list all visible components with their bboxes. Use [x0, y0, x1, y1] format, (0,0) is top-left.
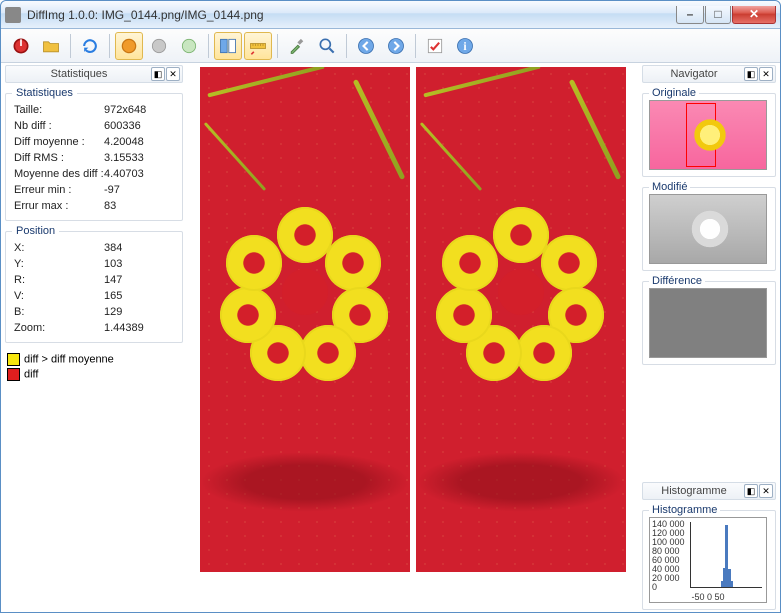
position-group: Position X:384 Y:103 R:147 V:165 B:129 Z…: [5, 231, 183, 343]
pos-row: Zoom:1.44389: [14, 320, 174, 336]
stat-row: Moyenne des diff :4.40703: [14, 166, 174, 182]
app-icon: [5, 7, 21, 23]
pos-row: R:147: [14, 272, 174, 288]
histogram-plot[interactable]: 140 000 120 000 100 000 80 000 60 000 40…: [649, 517, 767, 603]
left-image[interactable]: [200, 67, 410, 572]
position-group-legend: Position: [12, 225, 59, 237]
stats-panel-title: Statistiques: [45, 68, 114, 80]
stats-group: Statistiques Taille:972x648 Nb diff :600…: [5, 93, 183, 221]
histogram-x-labels: -50 0 50: [650, 592, 766, 602]
globe-green-button[interactable]: [175, 32, 203, 60]
stat-row: Nb diff :600336: [14, 118, 174, 134]
pos-row: Y:103: [14, 256, 174, 272]
maximize-button[interactable]: □: [705, 6, 731, 24]
navigator-panel-title: Navigator: [664, 68, 723, 80]
zoom-button[interactable]: [313, 32, 341, 60]
eyedropper-button[interactable]: [283, 32, 311, 60]
histogram-group: Histogramme 140 000 120 000 100 000 80 0…: [642, 510, 776, 610]
undock-icon[interactable]: ◧: [744, 484, 758, 498]
undock-icon[interactable]: ◧: [744, 67, 758, 81]
thumbnail-difference[interactable]: [649, 288, 767, 358]
close-icon[interactable]: ✕: [166, 67, 180, 81]
stat-row: Diff RMS :3.15533: [14, 150, 174, 166]
image-compare-area[interactable]: [187, 63, 638, 612]
globe-gray-button[interactable]: [145, 32, 173, 60]
main-toolbar: i: [1, 29, 780, 63]
thumbnail-modified[interactable]: [649, 194, 767, 264]
diff-legend: diff > diff moyenne diff: [5, 347, 183, 387]
stat-row: Taille:972x648: [14, 102, 174, 118]
undock-icon[interactable]: ◧: [151, 67, 165, 81]
histogram-panel-title: Histogramme: [655, 485, 732, 497]
stats-panel-header[interactable]: Statistiques ◧ ✕: [5, 65, 183, 83]
stat-row: Errur max :83: [14, 198, 174, 214]
close-button[interactable]: ✕: [732, 6, 776, 24]
swatch-red-icon: [7, 368, 20, 381]
right-image[interactable]: [416, 67, 626, 572]
window-title: DiffImg 1.0.0: IMG_0144.png/IMG_0144.png: [27, 8, 676, 22]
check-button[interactable]: [421, 32, 449, 60]
pos-row: B:129: [14, 304, 174, 320]
thumb-modified: Modifié: [642, 187, 776, 271]
thumb-original: Originale: [642, 93, 776, 177]
selection-rect[interactable]: [686, 103, 716, 167]
nav-last-button[interactable]: [382, 32, 410, 60]
power-button[interactable]: [7, 32, 35, 60]
window-titlebar[interactable]: DiffImg 1.0.0: IMG_0144.png/IMG_0144.png…: [1, 1, 780, 29]
globe-orange-button[interactable]: [115, 32, 143, 60]
histogram-y-labels: 140 000 120 000 100 000 80 000 60 000 40…: [652, 520, 685, 592]
stat-row: Diff moyenne :4.20048: [14, 134, 174, 150]
histogram-panel-header[interactable]: Histogramme ◧ ✕: [642, 482, 776, 500]
close-icon[interactable]: ✕: [759, 484, 773, 498]
minimize-button[interactable]: –: [676, 6, 704, 24]
nav-first-button[interactable]: [352, 32, 380, 60]
ruler-button[interactable]: [244, 32, 272, 60]
stats-group-legend: Statistiques: [12, 87, 77, 99]
thumbnail-original[interactable]: [649, 100, 767, 170]
thumb-difference: Différence: [642, 281, 776, 365]
refresh-button[interactable]: [76, 32, 104, 60]
close-icon[interactable]: ✕: [759, 67, 773, 81]
info-button[interactable]: i: [451, 32, 479, 60]
open-button[interactable]: [37, 32, 65, 60]
swatch-yellow-icon: [7, 353, 20, 366]
pos-row: V:165: [14, 288, 174, 304]
pos-row: X:384: [14, 240, 174, 256]
split-view-button[interactable]: [214, 32, 242, 60]
navigator-panel-header[interactable]: Navigator ◧ ✕: [642, 65, 776, 83]
stat-row: Erreur min :-97: [14, 182, 174, 198]
